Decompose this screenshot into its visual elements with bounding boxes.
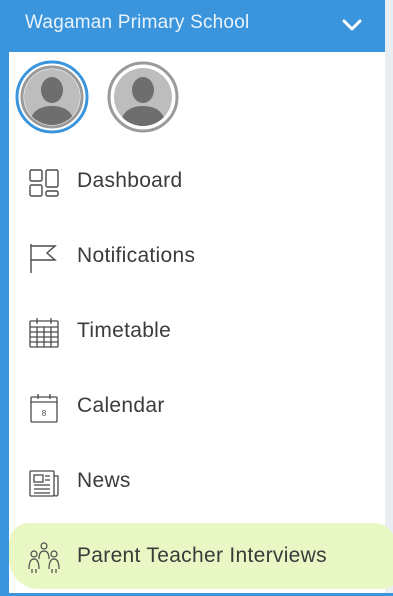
chevron-down-icon[interactable] (341, 16, 363, 34)
menu-item-label: Notifications (77, 244, 196, 267)
menu-item-label: Parent Teacher Interviews (77, 544, 327, 567)
user-avatar-icon (107, 61, 179, 133)
menu-item-notifications[interactable]: Notifications (9, 221, 385, 296)
menu-item-label: Dashboard (77, 169, 183, 192)
user-avatar-icon (15, 60, 89, 134)
menu-item-label: Calendar (77, 394, 165, 417)
student-avatar[interactable] (106, 60, 180, 134)
calendar-icon: 8 (30, 394, 58, 423)
menu-item-label: Timetable (77, 319, 172, 342)
menu-item-timetable[interactable]: Timetable (9, 296, 385, 371)
school-name: Wagaman Primary School (25, 12, 250, 33)
menu-item-calendar[interactable]: 8 Calendar (9, 371, 385, 446)
drawer-scroll-edge (385, 0, 393, 593)
menu-item-parent-teacher-interviews[interactable]: Parent Teacher Interviews (9, 521, 385, 596)
dashboard-icon (29, 169, 59, 197)
student-avatar-selected[interactable] (15, 60, 89, 134)
school-selector[interactable]: Wagaman Primary School (9, 0, 385, 52)
timetable-icon (29, 318, 59, 348)
student-avatars (13, 60, 213, 136)
newspaper-icon (29, 470, 59, 497)
flag-icon (30, 244, 57, 273)
people-icon (28, 542, 60, 573)
menu-item-news[interactable]: News (9, 446, 385, 521)
menu-item-dashboard[interactable]: Dashboard (9, 146, 385, 221)
calendar-icon-day: 8 (42, 409, 47, 418)
menu-item-label: News (77, 469, 131, 492)
navigation-drawer: Wagaman Primary School Dashboard Notific… (9, 0, 393, 596)
